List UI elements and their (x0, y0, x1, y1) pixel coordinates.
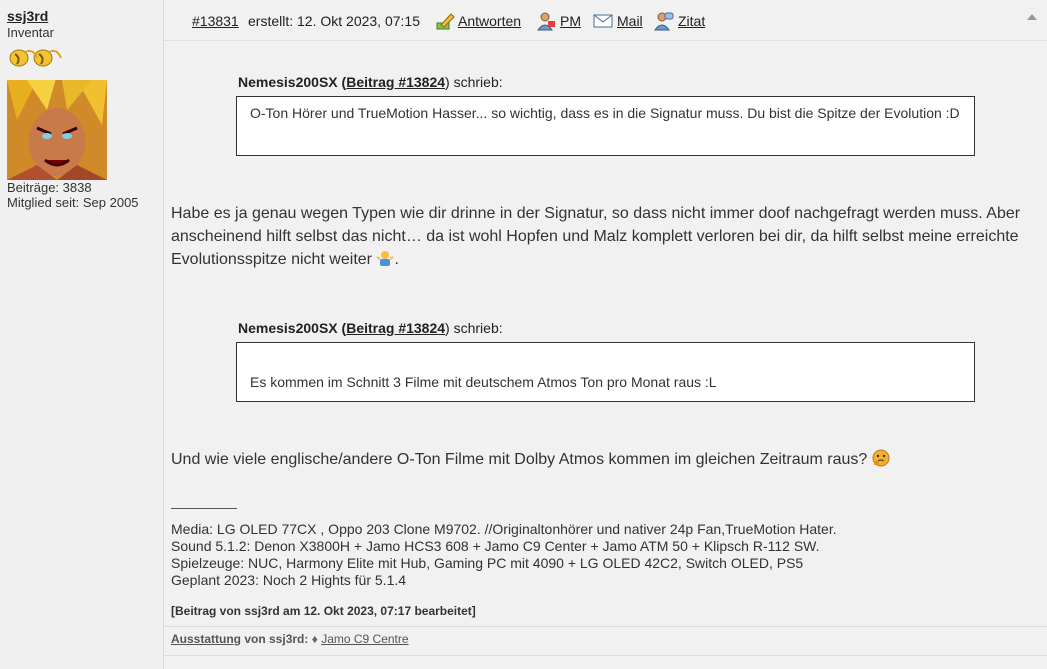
signature-line: Spielzeuge: NUC, Harmony Elite mit Hub, … (171, 555, 804, 571)
quote-source-link[interactable]: Beitrag #13824 (346, 74, 445, 90)
author-avatar (7, 80, 107, 180)
pm-user-icon[interactable] (536, 11, 556, 31)
rank-badge-icons (7, 44, 63, 72)
author-member-since: Mitglied seit: Sep 2005 (7, 195, 139, 210)
author-username-link[interactable]: ssj3rd (7, 8, 48, 24)
post-header: #13831 erstellt: 12. Okt 2023, 07:15 Ant… (164, 0, 1047, 41)
quote-box: O-Ton Hörer und TrueMotion Hasser... so … (236, 96, 975, 156)
signature-line: Geplant 2023: Noch 2 Hights für 5.1.4 (171, 572, 407, 588)
quote-author-line: Nemesis200SX (Beitrag #13824) schrieb: (238, 320, 503, 336)
signature-line: Sound 5.1.2: Denon X3800H + Jamo HCS3 60… (171, 538, 820, 554)
quote-author-name: Nemesis200SX (238, 320, 338, 336)
scroll-to-top-arrow-icon[interactable] (1027, 14, 1037, 20)
post-number-link[interactable]: #13831 (192, 13, 239, 29)
equipment-label-link[interactable]: Ausstattung (171, 632, 241, 646)
quote-author-name: Nemesis200SX (238, 74, 338, 90)
bottom-divider (164, 655, 1047, 656)
equipment-owner: von ssj3rd: (244, 632, 309, 646)
signature-separator (171, 508, 237, 509)
quote-user-icon[interactable] (654, 11, 674, 31)
quote-link[interactable]: Zitat (678, 13, 705, 29)
signature-line: Media: LG OLED 77CX , Oppo 203 Clone M97… (171, 521, 837, 537)
rank-horn-icon (9, 49, 62, 67)
post-paragraph-end: . (394, 251, 399, 268)
equipment-footer: Ausstattung von ssj3rd: ♦ Jamo C9 Centre (171, 632, 409, 646)
signature: Media: LG OLED 77CX , Oppo 203 Clone M97… (171, 521, 837, 589)
post-paragraph: Habe es ja genau wegen Typen wie dir dri… (171, 202, 1041, 271)
equipment-item-link[interactable]: Jamo C9 Centre (321, 632, 408, 646)
quote-box: Es kommen im Schnitt 3 Filme mit deutsch… (236, 342, 975, 402)
author-post-count: Beiträge: 3838 (7, 180, 92, 195)
equipment-bullet-icon: ♦ (311, 632, 318, 646)
footer-divider (164, 626, 1047, 627)
quote-author-line: Nemesis200SX (Beitrag #13824) schrieb: (238, 74, 503, 90)
reply-link[interactable]: Antworten (458, 13, 521, 29)
quote-said-label: ) schrieb: (445, 74, 503, 90)
quote-said-label: ) schrieb: (445, 320, 503, 336)
author-sidebar: ssj3rd Inventar Beiträge: 3838 Mitglied … (0, 0, 164, 669)
quote-source-link[interactable]: Beitrag #13824 (346, 320, 445, 336)
post-paragraph-text: Habe es ja genau wegen Typen wie dir dri… (171, 205, 1021, 268)
thinking-emoji-icon (872, 449, 890, 467)
edited-note: [Beitrag von ssj3rd am 12. Okt 2023, 07:… (171, 604, 476, 618)
post-created-date: erstellt: 12. Okt 2023, 07:15 (248, 13, 420, 29)
reply-pencil-icon[interactable] (435, 11, 455, 31)
author-rank: Inventar (7, 25, 54, 40)
mail-link[interactable]: Mail (617, 13, 643, 29)
shrug-emoji-icon (376, 251, 394, 266)
post-paragraph-text: Und wie viele englische/andere O-Ton Fil… (171, 451, 868, 468)
mail-envelope-icon[interactable] (593, 11, 613, 31)
post-content: #13831 erstellt: 12. Okt 2023, 07:15 Ant… (164, 0, 1047, 669)
post-paragraph: Und wie viele englische/andere O-Ton Fil… (171, 448, 1041, 471)
pm-link[interactable]: PM (560, 13, 581, 29)
